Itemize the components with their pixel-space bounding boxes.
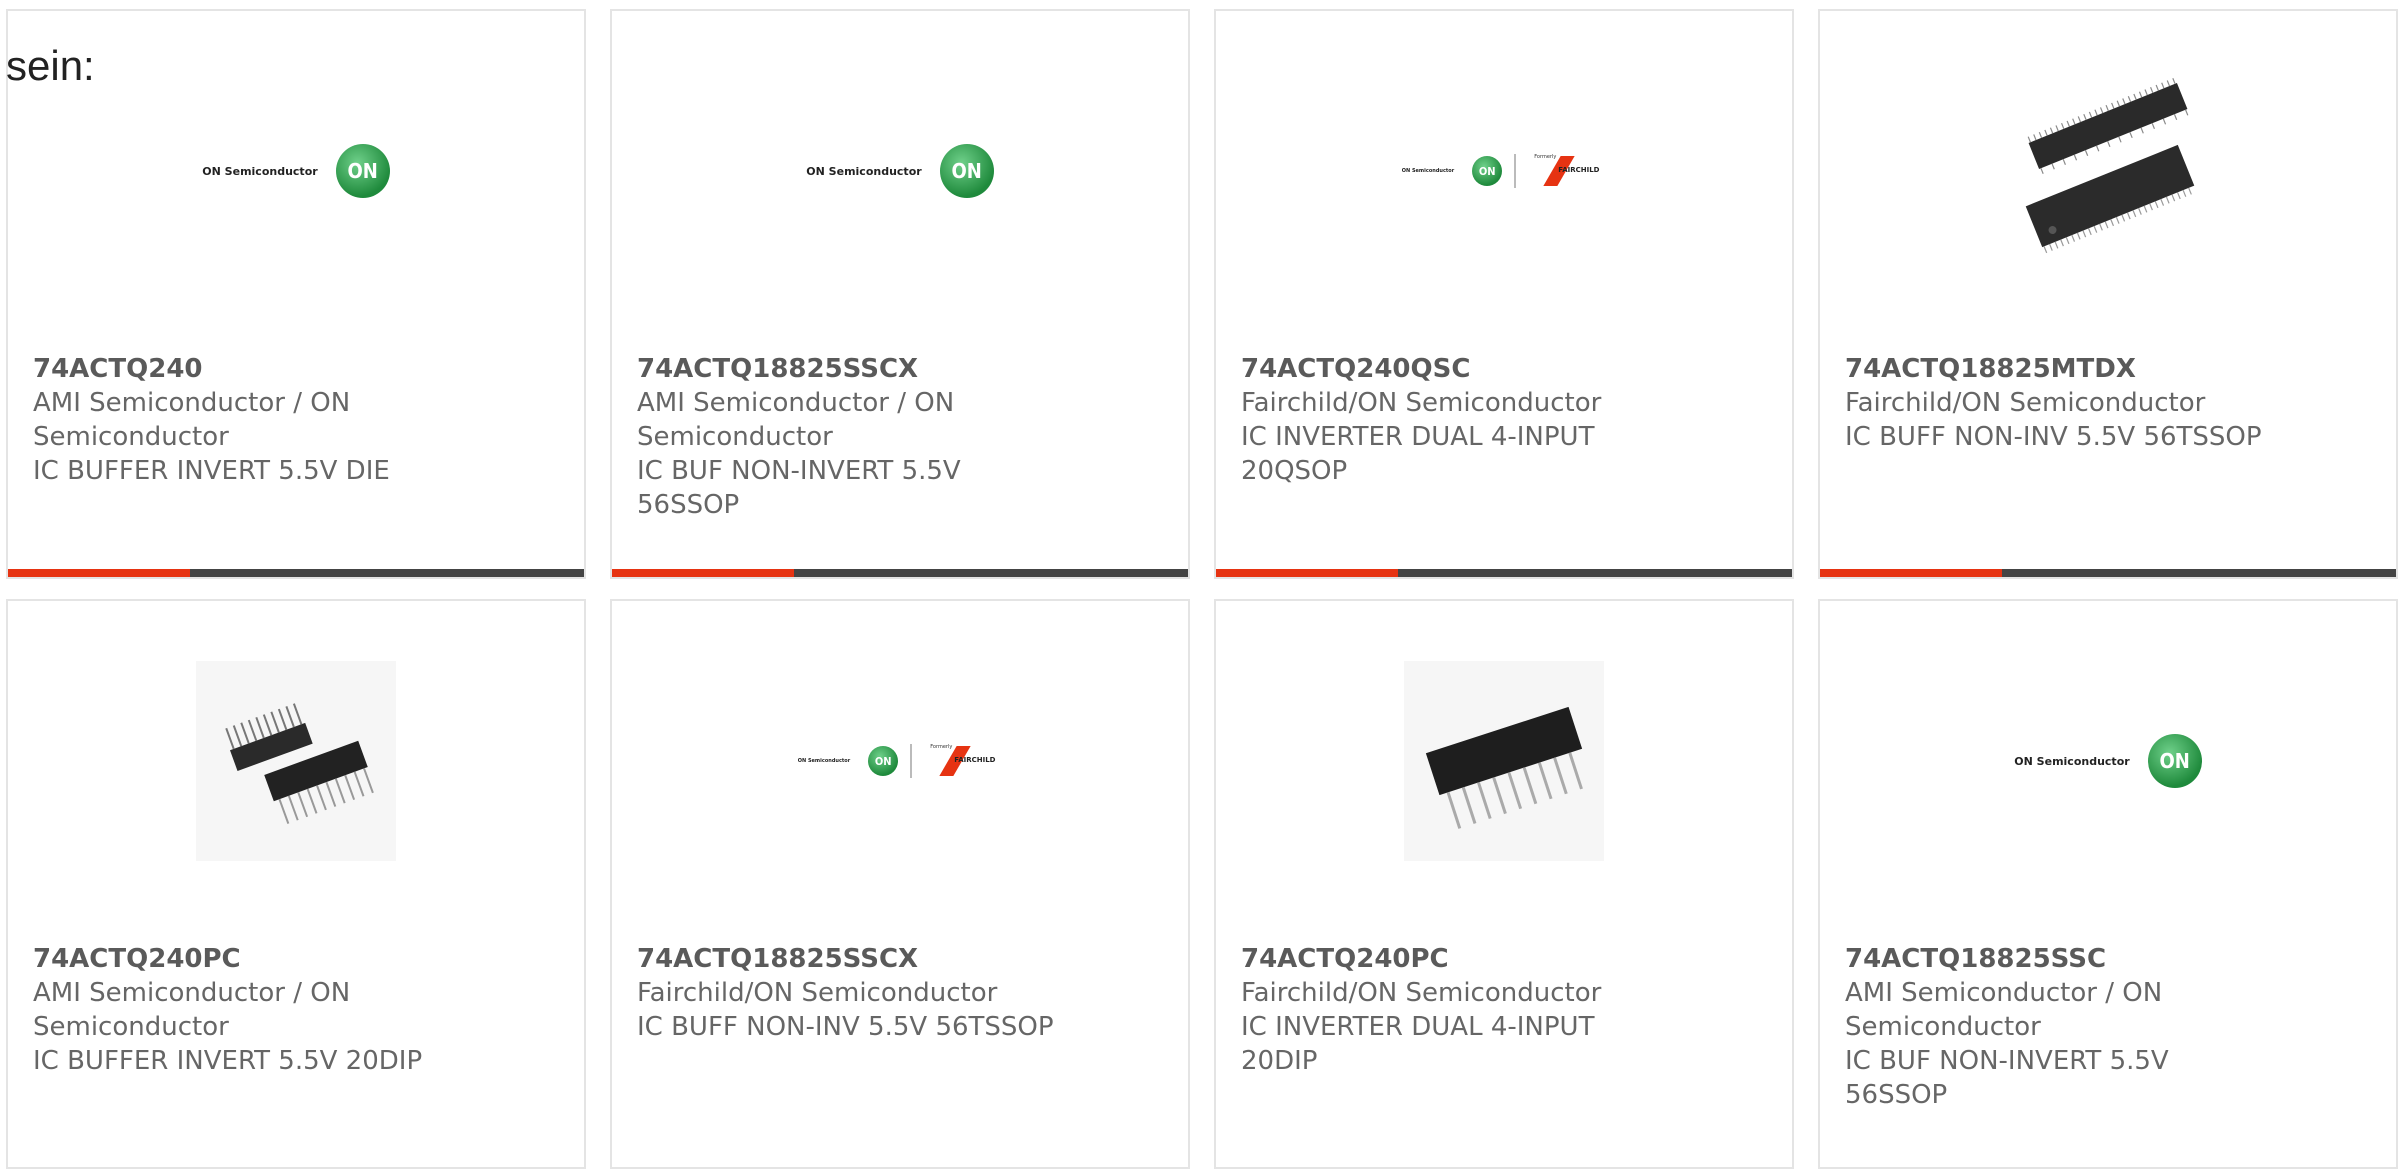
description: IC INVERTER DUAL 4-INPUT 20DIP	[1241, 1012, 1595, 1076]
manufacturer: Fairchild/ON Semiconductor	[1241, 978, 1602, 1008]
product-card[interactable]: 74ACTQ18825MTDX Fairchild/ON Semiconduct…	[1818, 9, 2398, 579]
product-card[interactable]: ON Semiconductor ON 74ACTQ18825SSCX AMI …	[610, 9, 1190, 579]
on-badge-icon: ON	[2147, 734, 2202, 788]
part-number[interactable]: 74ACTQ240QSC	[1241, 352, 1752, 386]
lead-text: sein:	[6, 42, 95, 89]
part-number[interactable]: 74ACTQ18825SSC	[1845, 942, 2356, 976]
manufacturer: Fairchild/ON Semiconductor	[1845, 388, 2206, 418]
description: IC BUFFER INVERT 5.5V DIE	[33, 456, 390, 486]
on-badge-icon: ON	[868, 746, 899, 776]
manufacturer: Fairchild/ON Semiconductor	[1241, 388, 1602, 418]
product-image[interactable]: ON Semiconductor ON Formerly FAIRCHILD	[1216, 71, 1792, 271]
description: IC BUFF NON-INV 5.5V 56TSSOP	[1845, 422, 2262, 452]
logo-divider	[1514, 154, 1517, 188]
part-number[interactable]: 74ACTQ240PC	[1241, 942, 1752, 976]
product-image[interactable]: ON Semiconductor ON	[612, 71, 1188, 271]
on-badge-icon: ON	[1472, 156, 1503, 186]
card-bar-accent	[1820, 569, 2002, 577]
product-grid: ON Semiconductor ON 74ACTQ240 AMI Semico…	[6, 9, 2400, 1169]
manufacturer: AMI Semiconductor / ON Semiconductor	[637, 388, 955, 452]
on-badge-icon: ON	[335, 144, 390, 198]
on-semiconductor-logo: ON Semiconductor ON	[202, 144, 390, 198]
on-semiconductor-logo: ON Semiconductor ON	[1402, 156, 1503, 186]
card-bar-accent	[612, 569, 794, 577]
card-bar	[8, 569, 584, 577]
dip-chip-photo	[1404, 661, 1604, 861]
on-badge-icon: ON	[939, 144, 994, 198]
card-bar-accent	[8, 569, 190, 577]
description: IC INVERTER DUAL 4-INPUT 20QSOP	[1241, 422, 1595, 486]
product-card[interactable]: ON Semiconductor ON Formerly FAIRCHILD 7…	[610, 599, 1190, 1169]
description: IC BUF NON-INVERT 5.5V 56SSOP	[637, 456, 961, 520]
card-bar	[612, 569, 1188, 577]
description: IC BUFF NON-INV 5.5V 56TSSOP	[637, 1012, 1054, 1042]
on-semiconductor-logo: ON Semiconductor ON	[798, 746, 899, 776]
part-number[interactable]: 74ACTQ18825SSCX	[637, 942, 1148, 976]
product-card[interactable]: 74ACTQ240PC Fairchild/ON Semiconductor I…	[1214, 599, 1794, 1169]
description: IC BUF NON-INVERT 5.5V 56SSOP	[1845, 1046, 2169, 1110]
product-card[interactable]: 74ACTQ240PC AMI Semiconductor / ON Semic…	[6, 599, 586, 1169]
on-semiconductor-logo: ON Semiconductor ON	[806, 144, 994, 198]
manufacturer: AMI Semiconductor / ON Semiconductor	[33, 388, 351, 452]
product-card[interactable]: ON Semiconductor ON 74ACTQ18825SSC AMI S…	[1818, 599, 2398, 1169]
manufacturer: Fairchild/ON Semiconductor	[637, 978, 998, 1008]
product-image[interactable]: ON Semiconductor ON	[1820, 661, 2396, 861]
logo-divider	[910, 744, 913, 778]
manufacturer: AMI Semiconductor / ON Semiconductor	[1845, 978, 2163, 1042]
manufacturer: AMI Semiconductor / ON Semiconductor	[33, 978, 351, 1042]
dip-chip-pair-photo	[196, 661, 396, 861]
card-bar	[1820, 569, 2396, 577]
product-image[interactable]: ON Semiconductor ON	[8, 71, 584, 271]
part-number[interactable]: 74ACTQ240PC	[33, 942, 544, 976]
product-image[interactable]	[1820, 71, 2396, 271]
part-number[interactable]: 74ACTQ240	[33, 352, 544, 386]
product-image[interactable]: ON Semiconductor ON Formerly FAIRCHILD	[612, 661, 1188, 861]
on-semiconductor-logo: ON Semiconductor ON	[2014, 734, 2202, 788]
part-number[interactable]: 74ACTQ18825MTDX	[1845, 352, 2356, 386]
product-card[interactable]: ON Semiconductor ON Formerly FAIRCHILD 7…	[1214, 9, 1794, 579]
card-bar-accent	[1216, 569, 1398, 577]
part-number[interactable]: 74ACTQ18825SSCX	[637, 352, 1148, 386]
product-image[interactable]	[8, 661, 584, 861]
fairchild-logo: Formerly FAIRCHILD	[1528, 154, 1606, 188]
card-bar	[1216, 569, 1792, 577]
product-image[interactable]	[1216, 661, 1792, 861]
on-fairchild-logo: ON Semiconductor ON Formerly FAIRCHILD	[1402, 154, 1606, 188]
on-fairchild-logo: ON Semiconductor ON Formerly FAIRCHILD	[798, 744, 1002, 778]
fairchild-logo: Formerly FAIRCHILD	[924, 744, 1002, 778]
tssop-chip-photo	[2008, 71, 2208, 271]
description: IC BUFFER INVERT 5.5V 20DIP	[33, 1046, 423, 1076]
